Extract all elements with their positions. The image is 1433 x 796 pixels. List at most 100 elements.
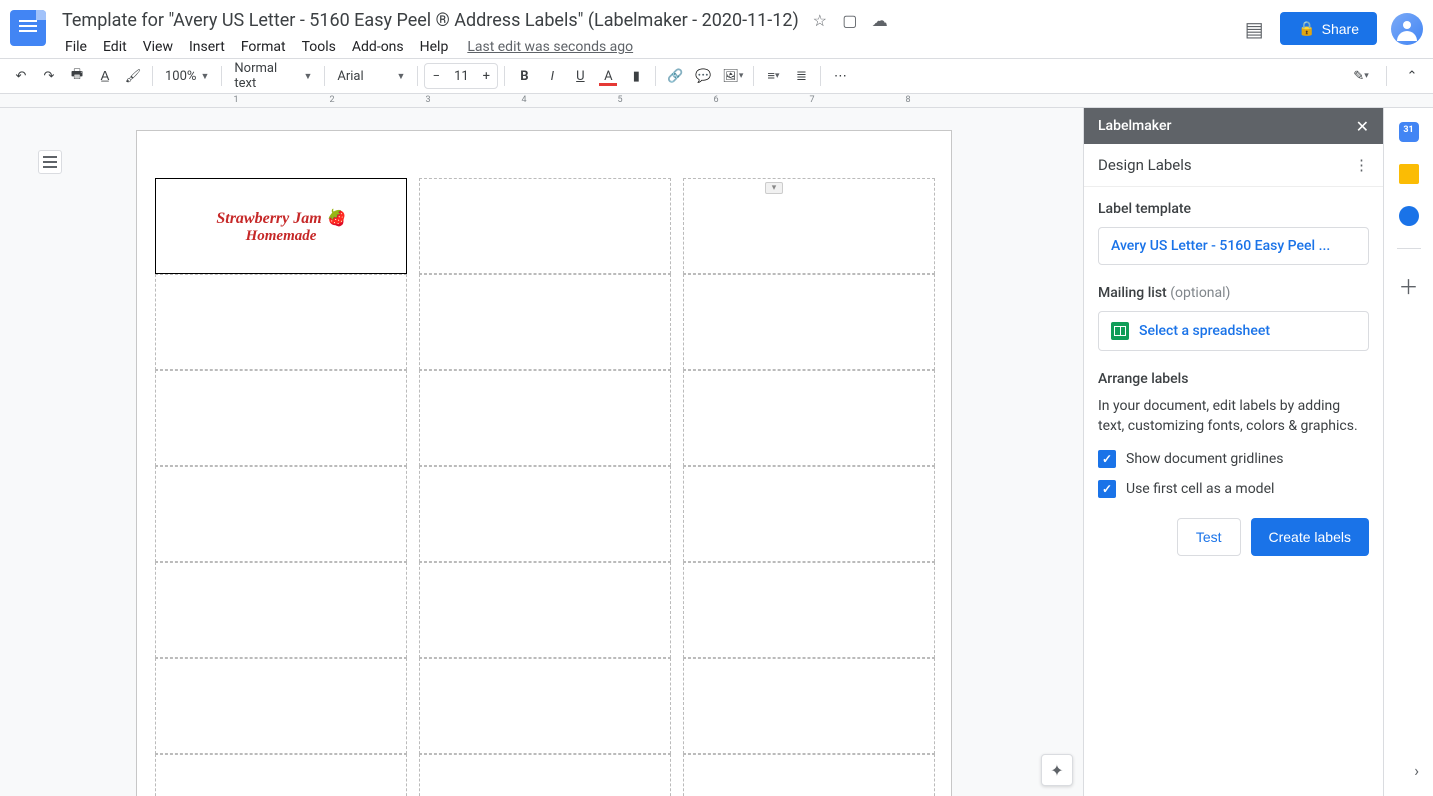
- label-cell[interactable]: [683, 658, 935, 754]
- spellcheck-button[interactable]: A̲: [92, 63, 118, 89]
- print-button[interactable]: 🖶: [64, 63, 90, 89]
- label-cell[interactable]: [419, 562, 671, 658]
- label-cell[interactable]: [683, 370, 935, 466]
- account-avatar[interactable]: [1391, 13, 1423, 45]
- test-button[interactable]: Test: [1177, 518, 1241, 556]
- label-cell[interactable]: [155, 562, 407, 658]
- insert-comment-button[interactable]: 💬: [690, 63, 716, 89]
- label-cell-first[interactable]: Strawberry Jam 🍓 Homemade: [155, 178, 407, 274]
- label-cell[interactable]: [419, 274, 671, 370]
- editing-mode-button[interactable]: ✎▾: [1348, 63, 1374, 89]
- menu-edit[interactable]: Edit: [96, 35, 134, 59]
- menu-file[interactable]: File: [58, 35, 94, 59]
- menu-format[interactable]: Format: [234, 35, 293, 59]
- explore-button[interactable]: ✦: [1041, 754, 1073, 786]
- font-size-value[interactable]: 11: [447, 69, 475, 84]
- label-cell[interactable]: [419, 370, 671, 466]
- font-dropdown[interactable]: Arial▼: [331, 63, 411, 89]
- line-spacing-button[interactable]: ≣: [788, 63, 814, 89]
- app-header: Template for "Avery US Letter - 5160 Eas…: [0, 0, 1433, 58]
- insert-image-button[interactable]: 🖼▾: [718, 63, 747, 89]
- underline-button[interactable]: U: [567, 63, 593, 89]
- label-cell[interactable]: [155, 274, 407, 370]
- star-icon[interactable]: ☆: [811, 12, 829, 30]
- calendar-icon[interactable]: [1399, 122, 1419, 142]
- get-addons-icon[interactable]: ＋: [1399, 271, 1419, 300]
- font-size-decrease[interactable]: −: [425, 69, 447, 84]
- label-cell[interactable]: [683, 466, 935, 562]
- side-panel-toggle-icon[interactable]: ›: [1414, 761, 1419, 780]
- label-text-line2: Homemade: [246, 228, 317, 245]
- menu-tools[interactable]: Tools: [295, 35, 343, 59]
- comments-icon[interactable]: ▤: [1242, 17, 1266, 41]
- rail-separator: [1397, 248, 1421, 249]
- menu-insert[interactable]: Insert: [182, 35, 232, 59]
- mailing-optional-text: (optional): [1170, 285, 1230, 301]
- outline-toggle-icon[interactable]: [38, 150, 62, 174]
- tasks-icon[interactable]: [1399, 206, 1419, 226]
- document-page[interactable]: Strawberry Jam 🍓 Homemade ▾: [136, 130, 952, 796]
- menu-addons[interactable]: Add-ons: [345, 35, 411, 59]
- highlight-button[interactable]: ▮: [623, 63, 649, 89]
- close-sidebar-icon[interactable]: ✕: [1356, 117, 1369, 136]
- last-edit-link[interactable]: Last edit was seconds ago: [467, 39, 633, 55]
- menu-help[interactable]: Help: [413, 35, 456, 59]
- gridlines-checkbox-row[interactable]: ✓ Show document gridlines: [1098, 450, 1369, 468]
- more-tools-button[interactable]: ⋯: [827, 63, 853, 89]
- share-button[interactable]: 🔒 Share: [1280, 12, 1377, 45]
- label-cell[interactable]: [683, 754, 935, 796]
- zoom-value: 100%: [165, 69, 196, 84]
- insert-link-button[interactable]: 🔗: [662, 63, 688, 89]
- ruler-num: 2: [329, 95, 334, 105]
- zoom-dropdown[interactable]: 100%▼: [159, 63, 215, 89]
- design-labels-heading: Design Labels: [1098, 156, 1192, 174]
- keep-icon[interactable]: [1399, 164, 1419, 184]
- side-panel-rail: ＋: [1383, 108, 1433, 796]
- cloud-status-icon[interactable]: ☁: [871, 12, 889, 30]
- mailing-label-text: Mailing list: [1098, 285, 1167, 301]
- align-button[interactable]: ≡▾: [760, 63, 786, 89]
- italic-button[interactable]: I: [539, 63, 565, 89]
- font-size-increase[interactable]: +: [475, 69, 497, 84]
- move-icon[interactable]: ▢: [841, 12, 859, 30]
- label-cell[interactable]: [683, 274, 935, 370]
- label-cell[interactable]: [419, 178, 671, 274]
- label-cell[interactable]: [419, 466, 671, 562]
- checkbox-checked-icon[interactable]: ✓: [1098, 450, 1116, 468]
- title-area: Template for "Avery US Letter - 5160 Eas…: [58, 8, 1242, 59]
- spreadsheet-select[interactable]: Select a spreadsheet: [1098, 311, 1369, 351]
- document-title[interactable]: Template for "Avery US Letter - 5160 Eas…: [58, 8, 803, 33]
- text-color-button[interactable]: A: [595, 63, 621, 89]
- ruler-num: 6: [713, 95, 718, 105]
- label-cell[interactable]: [419, 658, 671, 754]
- redo-button[interactable]: ↷: [36, 63, 62, 89]
- horizontal-ruler[interactable]: 1 2 3 4 5 6 7 8: [0, 94, 1433, 108]
- menu-view[interactable]: View: [136, 35, 180, 59]
- table-cell-menu-icon[interactable]: ▾: [765, 182, 783, 194]
- gridlines-label: Show document gridlines: [1126, 451, 1284, 467]
- template-select[interactable]: Avery US Letter - 5160 Easy Peel ...: [1098, 227, 1369, 265]
- label-cell[interactable]: [155, 754, 407, 796]
- model-checkbox-row[interactable]: ✓ Use first cell as a model: [1098, 480, 1369, 498]
- checkbox-checked-icon[interactable]: ✓: [1098, 480, 1116, 498]
- label-cell[interactable]: [155, 466, 407, 562]
- create-labels-button[interactable]: Create labels: [1251, 518, 1370, 556]
- document-canvas[interactable]: Strawberry Jam 🍓 Homemade ▾ ✦: [24, 108, 1083, 796]
- bold-button[interactable]: B: [511, 63, 537, 89]
- style-value: Normal text: [234, 61, 299, 91]
- label-cell[interactable]: [419, 754, 671, 796]
- label-cell[interactable]: [155, 370, 407, 466]
- label-cell[interactable]: [155, 658, 407, 754]
- paragraph-style-dropdown[interactable]: Normal text▼: [228, 63, 318, 89]
- undo-button[interactable]: ↶: [8, 63, 34, 89]
- collapse-toolbar-button[interactable]: ⌃: [1399, 63, 1425, 89]
- arrange-section-label: Arrange labels: [1098, 371, 1369, 387]
- sidebar-more-icon[interactable]: ⋮: [1354, 156, 1369, 174]
- spreadsheet-label: Select a spreadsheet: [1139, 323, 1270, 339]
- label-cell[interactable]: [683, 562, 935, 658]
- label-cell[interactable]: [683, 178, 935, 274]
- font-size-control: − 11 +: [424, 63, 498, 89]
- vertical-ruler[interactable]: [0, 108, 24, 796]
- docs-logo-icon[interactable]: [10, 10, 46, 46]
- paint-format-button[interactable]: 🖌: [120, 63, 146, 89]
